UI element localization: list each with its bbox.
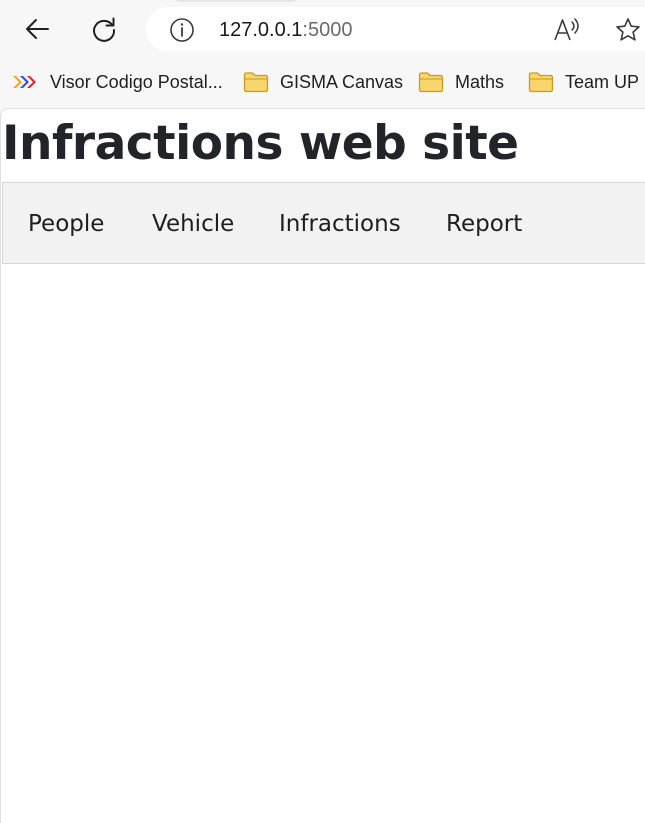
folder-icon [528,71,554,93]
folder-icon [243,71,269,93]
nav-link-people[interactable]: People [28,209,104,239]
nav-link-report[interactable]: Report [446,209,522,239]
url-host: 127.0.0.1 [219,19,303,41]
read-aloud-button[interactable] [551,15,583,45]
bookmark-label: GISMA Canvas [280,71,404,92]
reload-icon [93,17,116,42]
nav-link-infractions[interactable]: Infractions [279,209,401,239]
back-button[interactable] [18,10,56,48]
chevron-arrows-icon [12,74,39,90]
bookmark-visor-codigo-postal[interactable]: Visor Codigo Postal... [12,66,223,98]
favorite-button[interactable] [612,15,644,45]
nav-link-vehicle[interactable]: Vehicle [152,209,234,239]
bookmark-label: Maths [455,71,505,92]
bookmark-maths[interactable]: Maths [418,66,504,98]
site-nav: People Vehicle Infractions Report [2,182,645,264]
page-title: Infractions web site [2,116,519,171]
bookmark-label: Visor Codigo Postal... [50,71,223,92]
site-info-button[interactable] [168,16,196,44]
bookmark-team-up[interactable]: Team UP [528,66,639,98]
bookmarks-bar: Visor Codigo Postal... GISMA Canvas Math… [0,62,645,102]
reload-button[interactable] [85,10,123,48]
active-tab-edge [176,0,296,2]
bookmark-gisma-canvas[interactable]: GISMA Canvas [243,66,403,98]
url-port: :5000 [302,19,353,41]
star-icon [616,18,640,41]
back-arrow-icon [26,19,49,39]
address-bar[interactable]: 127.0.0.1:5000 [146,7,645,51]
url-text[interactable]: 127.0.0.1:5000 [219,17,352,43]
browser-chrome: 127.0.0.1:5000 Visor Codigo Postal... GI… [0,0,645,108]
info-icon [170,18,194,42]
read-aloud-icon [554,18,579,41]
page-viewport: Infractions web site People Vehicle Infr… [0,108,645,823]
bookmark-label: Team UP [565,71,640,92]
folder-icon [418,71,444,93]
